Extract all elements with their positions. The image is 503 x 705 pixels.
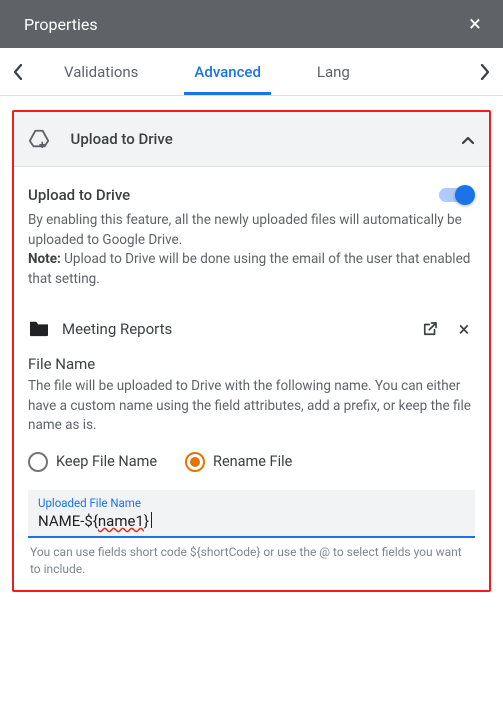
plus-icon: + bbox=[39, 138, 46, 152]
tab-advanced[interactable]: Advanced bbox=[166, 48, 288, 95]
tab-label: Advanced bbox=[194, 63, 260, 81]
note-text: Upload to Drive will be done using the e… bbox=[28, 251, 470, 287]
header-title: Properties bbox=[24, 15, 463, 34]
input-value: NAME-${name1} bbox=[38, 510, 465, 532]
upload-toggle[interactable] bbox=[439, 185, 475, 205]
open-folder-button[interactable] bbox=[419, 318, 441, 340]
tabs-bar: Validations Advanced Lang bbox=[0, 48, 503, 96]
filename-radio-group: Keep File Name Rename File bbox=[28, 452, 475, 472]
desc-text: By enabling this feature, all the newly … bbox=[28, 212, 462, 248]
upload-toggle-row: Upload to Drive bbox=[28, 185, 475, 205]
folder-name: Meeting Reports bbox=[62, 320, 407, 338]
radio-icon bbox=[185, 452, 205, 472]
remove-folder-button[interactable]: × bbox=[453, 317, 475, 341]
tabs-prev-button[interactable] bbox=[0, 48, 36, 96]
section-header[interactable]: + Upload to Drive bbox=[14, 112, 489, 167]
input-label: Uploaded File Name bbox=[38, 496, 465, 510]
filename-hint: You can use fields short code ${shortCod… bbox=[28, 544, 475, 578]
radio-label: Keep File Name bbox=[56, 453, 157, 470]
close-icon[interactable]: × bbox=[463, 12, 487, 37]
tab-lang[interactable]: Lang bbox=[289, 48, 378, 95]
filename-heading: File Name bbox=[28, 355, 475, 373]
highlighted-panel: + Upload to Drive Upload to Drive By ena… bbox=[12, 110, 491, 592]
tab-validations[interactable]: Validations bbox=[36, 48, 166, 95]
folder-icon bbox=[28, 319, 50, 339]
text-caret bbox=[151, 512, 152, 528]
filename-input[interactable]: Uploaded File Name NAME-${name1} bbox=[28, 490, 475, 538]
filename-description: The file will be uploaded to Drive with … bbox=[28, 377, 475, 436]
upload-description: By enabling this feature, all the newly … bbox=[28, 211, 475, 289]
section-title: Upload to Drive bbox=[71, 130, 445, 148]
tabs-next-button[interactable] bbox=[467, 48, 503, 96]
radio-keep-filename[interactable]: Keep File Name bbox=[28, 452, 157, 472]
radio-label: Rename File bbox=[213, 453, 292, 470]
properties-header: Properties × bbox=[0, 0, 503, 48]
radio-rename-file[interactable]: Rename File bbox=[185, 452, 292, 472]
tabs: Validations Advanced Lang bbox=[36, 48, 467, 95]
folder-row: Meeting Reports × bbox=[28, 317, 475, 341]
radio-icon bbox=[28, 452, 48, 472]
section-body: Upload to Drive By enabling this feature… bbox=[14, 167, 489, 590]
chevron-up-icon[interactable] bbox=[461, 129, 475, 150]
tab-label: Lang bbox=[317, 63, 350, 81]
toggle-label: Upload to Drive bbox=[28, 186, 439, 204]
tab-label: Validations bbox=[64, 63, 138, 81]
note-label: Note: bbox=[28, 251, 61, 267]
